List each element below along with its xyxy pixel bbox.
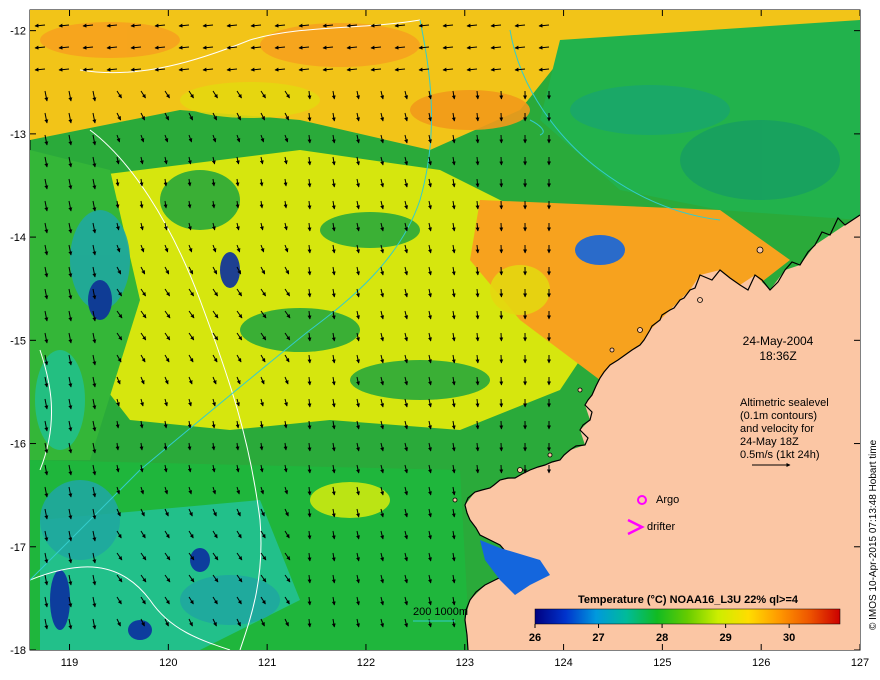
y-tick-label: -18 — [10, 645, 26, 657]
svg-text:24-May 18Z: 24-May 18Z — [740, 436, 799, 448]
x-tick-label: 122 — [357, 657, 375, 669]
datetime-time: 18:36Z — [759, 349, 796, 363]
x-tick-label: 120 — [159, 657, 177, 669]
colorbar-tick-label: 28 — [656, 632, 668, 644]
x-tick-label: 123 — [456, 657, 474, 669]
x-tick-label: 125 — [653, 657, 671, 669]
y-tick-label: -13 — [10, 129, 26, 141]
x-tick-label: 121 — [258, 657, 276, 669]
svg-text:200 1000m: 200 1000m — [413, 606, 468, 618]
svg-text:and velocity for: and velocity for — [740, 423, 814, 435]
y-tick-label: -15 — [10, 335, 26, 347]
drifter-label: drifter — [647, 521, 675, 533]
colorbar-tick-label: 30 — [783, 632, 795, 644]
svg-text:Altimetric sealevel: Altimetric sealevel — [740, 397, 829, 409]
credit-text: © IMOS 10-Apr-2015 07:13:48 Hobart time — [868, 439, 879, 630]
y-tick-label: -16 — [10, 439, 26, 451]
x-tick-label: 126 — [752, 657, 770, 669]
colorbar-tick-label: 29 — [720, 632, 732, 644]
y-tick-label: -17 — [10, 542, 26, 554]
x-tick-label: 119 — [61, 657, 79, 669]
argo-label: Argo — [656, 494, 679, 506]
y-tick-label: -14 — [10, 232, 26, 244]
datetime-date: 24-May-2004 — [743, 334, 814, 348]
colorbar-tick-label: 27 — [592, 632, 604, 644]
x-tick-label: 124 — [554, 657, 572, 669]
colorbar-ramp — [534, 608, 841, 625]
sst-map: 24-May-2004 18:36Z Altimetric sealevel (… — [10, 9, 879, 669]
svg-text:0.5m/s (1kt 24h): 0.5m/s (1kt 24h) — [740, 449, 819, 461]
svg-text:(0.1m contours): (0.1m contours) — [740, 410, 817, 422]
y-tick-label: -12 — [10, 26, 26, 38]
sst-field — [30, 10, 860, 650]
x-tick-label: 127 — [851, 657, 869, 669]
colorbar-title: Temperature (°C) NOAA16_L3U 22% ql>=4 — [578, 594, 799, 606]
colorbar-tick-label: 26 — [529, 632, 541, 644]
